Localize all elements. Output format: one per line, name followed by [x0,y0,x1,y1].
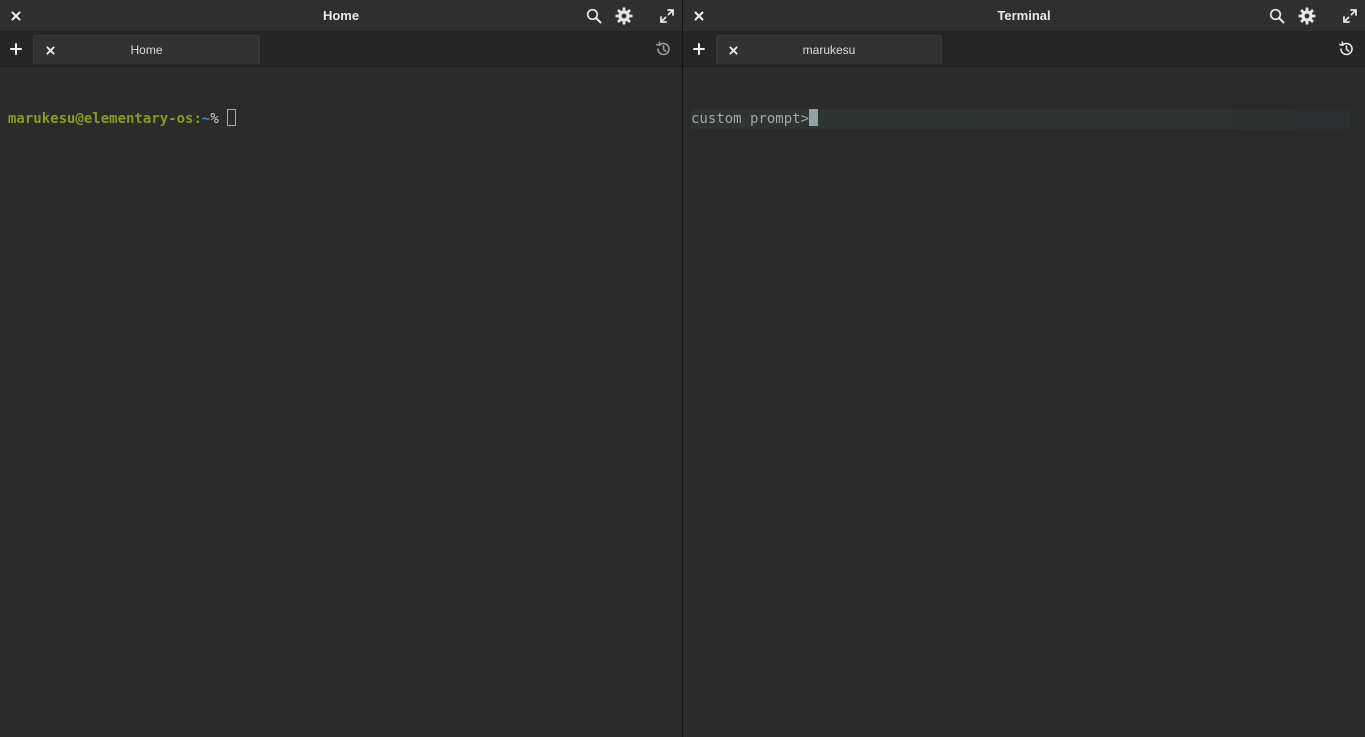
close-tab-button[interactable] [38,38,62,62]
close-tab-button[interactable] [721,38,745,62]
terminal-window-terminal: Terminal marukesu custom prompt> [683,0,1365,737]
close-icon [45,45,55,55]
custom-prompt: custom prompt> [691,111,810,127]
new-tab-button[interactable] [687,37,711,61]
tab-marukesu[interactable]: marukesu [716,35,942,64]
prompt-line: custom prompt> [691,109,1351,129]
search-button[interactable] [582,4,606,28]
maximize-icon [1343,9,1357,23]
maximize-button[interactable] [655,4,679,28]
search-icon [1269,8,1285,24]
recent-tabs-button[interactable] [1334,37,1358,61]
text-cursor [226,109,236,126]
search-icon [586,8,602,24]
desktop: Home Home marukesu@elementary-os:~% Term… [0,0,1365,737]
prompt-symbol: % [210,111,219,127]
tab-label: Home [130,43,163,57]
gear-icon [1298,7,1316,25]
window-title: Home [322,8,360,23]
plus-icon [693,43,705,55]
history-icon [655,41,671,57]
maximize-icon [660,9,674,23]
terminal-output[interactable]: marukesu@elementary-os:~% [0,67,682,171]
prompt-separator: : [193,111,202,127]
close-icon [694,11,704,21]
prompt-user-host: marukesu@elementary-os [8,111,194,127]
close-icon [11,11,21,21]
tab-label: marukesu [802,43,856,57]
maximize-button[interactable] [1338,4,1362,28]
window-title: Terminal [997,8,1051,23]
terminal-window-home: Home Home marukesu@elementary-os:~% [0,0,682,737]
text-cursor [809,109,819,126]
title-bar[interactable]: Home [0,0,682,32]
close-icon [728,45,738,55]
terminal-output[interactable]: custom prompt> [683,67,1365,171]
new-tab-button[interactable] [4,37,28,61]
recent-tabs-button[interactable] [651,37,675,61]
history-icon [1338,41,1354,57]
prompt-line: marukesu@elementary-os:~% [8,109,674,129]
settings-button[interactable] [612,4,636,28]
tab-home[interactable]: Home [33,35,260,64]
close-window-button[interactable] [4,4,28,28]
gear-icon [615,7,633,25]
settings-button[interactable] [1295,4,1319,28]
close-window-button[interactable] [687,4,711,28]
tab-bar: Home [0,32,682,67]
title-bar[interactable]: Terminal [683,0,1365,32]
search-button[interactable] [1265,4,1289,28]
tab-bar: marukesu [683,32,1365,67]
plus-icon [10,43,22,55]
